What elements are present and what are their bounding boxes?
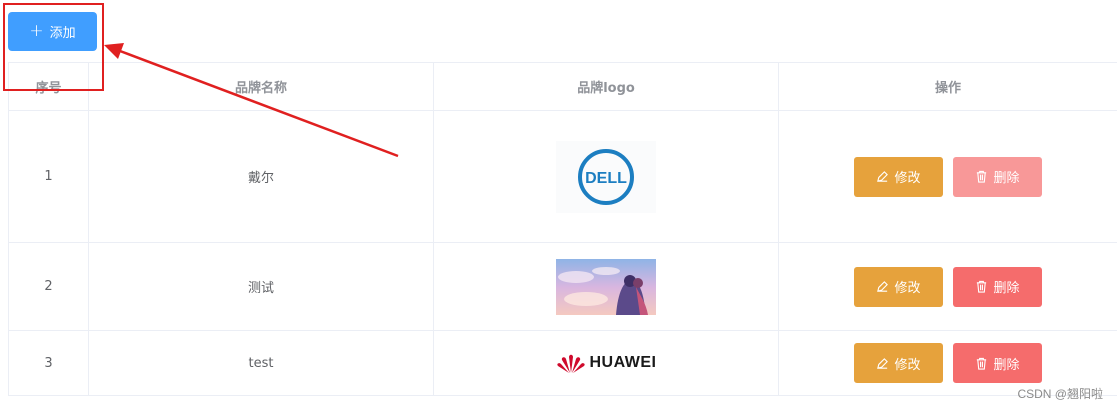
delete-label: 删除 (993, 171, 1020, 186)
row-index: 1 (8, 110, 89, 243)
row-brand-logo: HUAWEI (433, 330, 779, 396)
row-brand-name: 测试 (88, 242, 434, 331)
row-brand-logo: DELL (433, 110, 779, 243)
delete-button[interactable]: 删除 (953, 343, 1042, 383)
huawei-logo: HUAWEI (434, 350, 778, 376)
add-button-label: 添加 (49, 26, 76, 41)
delete-label: 删除 (993, 357, 1020, 373)
row-brand-name: 戴尔 (88, 110, 434, 243)
edit-button[interactable]: 修改 (854, 343, 943, 383)
add-button[interactable]: + 添加 (8, 12, 97, 51)
row-actions: 修改 删除 (778, 242, 1117, 331)
huawei-petal-icon (556, 354, 585, 373)
edit-button[interactable]: 修改 (854, 266, 943, 307)
row-index: 3 (8, 330, 89, 396)
edit-label: 修改 (894, 171, 921, 186)
huawei-wordmark: HUAWEI (589, 354, 657, 371)
brand-table: 序号 品牌名称 品牌logo 操作 1 戴尔 DELL 修改 删除 2 测试 修… (8, 62, 1117, 396)
table-row: 2 测试 修改 删除 (8, 242, 1117, 331)
pencil-icon (877, 357, 889, 369)
table-row: 3 test HUAWEI 修改 删除 (8, 330, 1117, 396)
row-brand-logo (433, 242, 779, 331)
row-brand-name: test (88, 330, 434, 396)
header-actions: 操作 (778, 62, 1117, 111)
delete-label: 删除 (993, 281, 1020, 296)
anime-illustration-image (556, 258, 656, 315)
delete-button[interactable]: 删除 (953, 266, 1042, 307)
row-actions: 修改 删除 (778, 110, 1117, 243)
svg-text:DELL: DELL (585, 170, 627, 187)
table-header-row: 序号 品牌名称 品牌logo 操作 (8, 62, 1117, 111)
row-index: 2 (8, 242, 89, 331)
pencil-icon (877, 281, 889, 292)
trash-icon (977, 280, 987, 293)
pencil-icon (877, 171, 889, 182)
delete-button[interactable]: 删除 (953, 156, 1042, 197)
header-brand-name: 品牌名称 (88, 62, 434, 111)
plus-icon: + (29, 21, 44, 41)
edit-button[interactable]: 修改 (854, 156, 943, 197)
trash-icon (977, 170, 987, 183)
header-index: 序号 (8, 62, 89, 111)
edit-label: 修改 (894, 281, 921, 296)
edit-label: 修改 (894, 357, 921, 373)
dell-logo: DELL (556, 140, 656, 213)
table-row: 1 戴尔 DELL 修改 删除 (8, 110, 1117, 243)
trash-icon (977, 357, 987, 370)
header-brand-logo: 品牌logo (433, 62, 779, 111)
watermark: CSDN @翘阳啦 (1017, 387, 1103, 401)
